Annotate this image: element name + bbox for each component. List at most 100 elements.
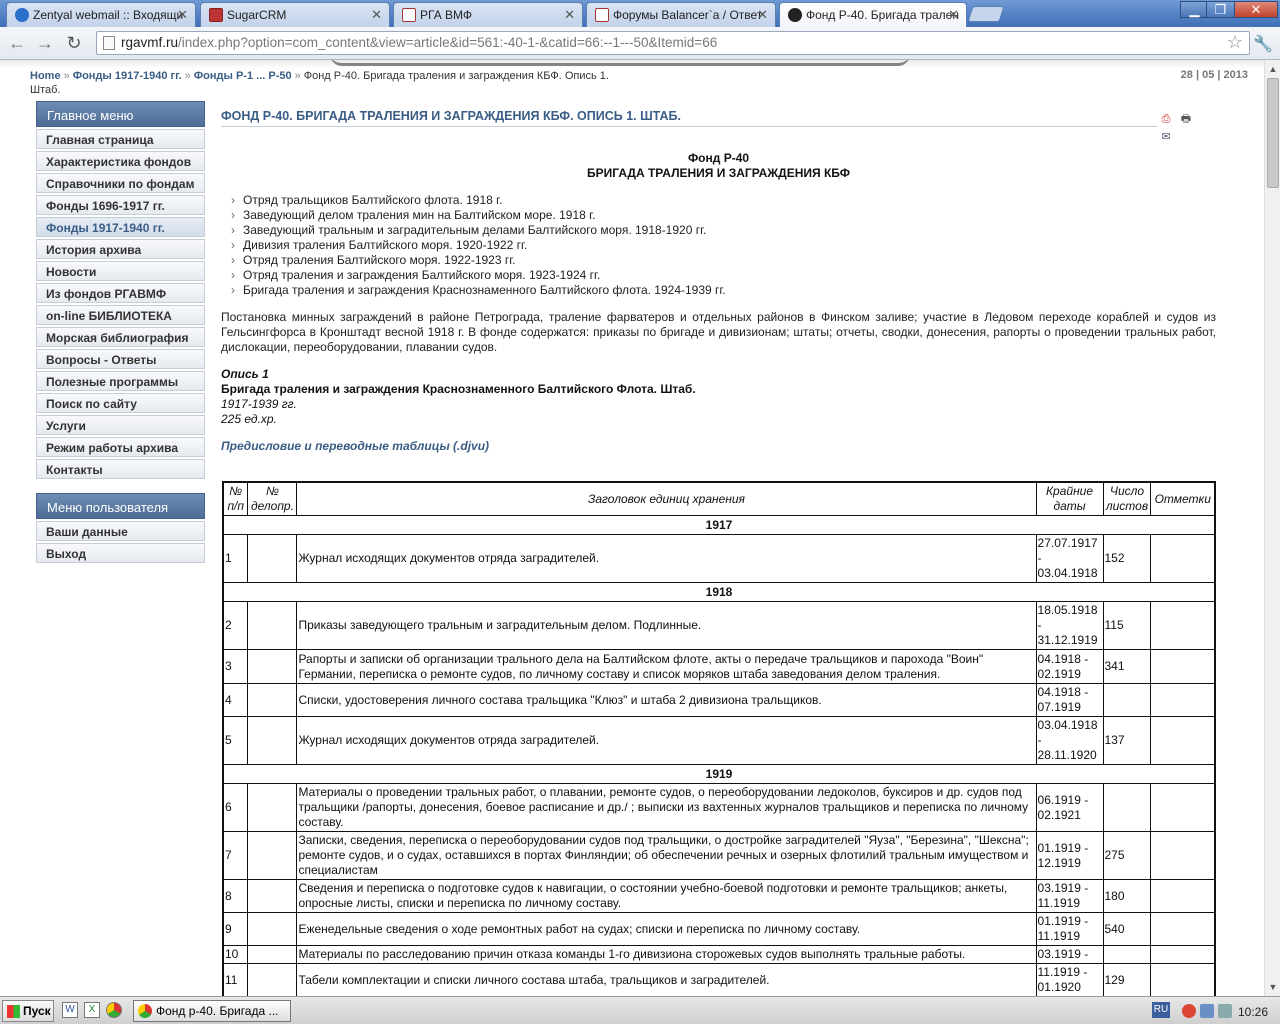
alert-icon[interactable] [1182,1004,1196,1018]
pdf-icon[interactable]: ⎙ [1159,112,1173,126]
menu-item-history[interactable]: История архива [36,239,205,259]
close-icon[interactable]: ✕ [564,7,575,23]
minimize-button[interactable]: ▁ [1180,1,1209,18]
cell-sheets [1102,783,1152,832]
volume-icon[interactable] [1218,1004,1232,1018]
cell-notes [1150,879,1216,913]
tab-active-fond[interactable]: Фонд Р-40. Бригада трален ✕ [779,2,967,28]
cell-notes [1150,534,1216,583]
forward-icon[interactable]: → [33,32,57,54]
col-header-sheets: Число листов [1102,481,1152,516]
menu-item-hours[interactable]: Режим работы архива [36,437,205,457]
fond-heading: Фонд Р-40 БРИГАДА ТРАЛЕНИЯ И ЗАГРАЖДЕНИЯ… [221,151,1216,181]
cell-n: 2 [222,601,249,650]
list-item: Заведующий делом траления мин на Балтийс… [231,208,1216,223]
cell-title: Списки, удостоверения личного состава тр… [296,683,1037,717]
scroll-up-icon[interactable]: ▲ [1267,62,1279,76]
sugarcrm-icon [209,8,223,22]
new-tab-button[interactable] [967,6,1005,22]
fond-name: БРИГАДА ТРАЛЕНИЯ И ЗАГРАЖДЕНИЯ КБФ [587,166,850,180]
menu-item-from-fonds[interactable]: Из фондов РГАВМФ [36,283,205,303]
cell-n: 10 [222,945,249,964]
menu-item-news[interactable]: Новости [36,261,205,281]
year-group-row: 1919 [222,764,1216,784]
close-icon[interactable]: ✕ [948,7,959,23]
address-bar[interactable]: rgavmf.ru/index.php?option=com_content&v… [96,31,1250,55]
cell-n: 4 [222,683,249,717]
menu-item-fonds-1917[interactable]: Фонды 1917-1940 гг. [36,217,205,237]
tab-rgavmf[interactable]: РГА ВМФ ✕ [393,2,583,27]
cell-n: 7 [222,831,249,880]
breadcrumb-sep: » [63,70,70,82]
tab-zentyal[interactable]: Zentyal webmail :: Входящи ✕ [6,2,196,27]
menu-item-faq[interactable]: Вопросы - Ответы [36,349,205,369]
cell-d [247,831,298,880]
bookmark-star-icon[interactable]: ☆ [1227,32,1243,53]
scroll-thumb[interactable] [1267,78,1279,188]
start-label: Пуск [23,1004,51,1018]
menu-item-home[interactable]: Главная страница [36,129,205,149]
taskbar-task-browser[interactable]: Фонд р-40. Бригада ... [133,1000,291,1022]
breadcrumb-fonds-1917-link[interactable]: Фонды 1917-1940 гг. [73,70,182,82]
menu-item-fond-characteristics[interactable]: Характеристика фондов [36,151,205,171]
breadcrumb-home-link[interactable]: Home [30,70,61,82]
breadcrumb-fonds-r1-link[interactable]: Фонды Р-1 ... Р-50 [194,70,292,82]
cell-dates: 01.1919 - 11.1919 [1035,912,1104,946]
close-icon[interactable]: ✕ [371,7,382,23]
scroll-down-icon[interactable]: ▼ [1267,980,1279,994]
start-button[interactable]: Пуск [2,1000,54,1022]
user-menu-title: Меню пользователя [36,493,205,519]
article-title: ФОНД Р-40. БРИГАДА ТРАЛЕНИЯ И ЗАГРАЖДЕНИ… [221,101,1157,127]
cell-n: 9 [222,912,249,946]
word-icon[interactable]: W [62,1002,78,1018]
excel-icon[interactable]: X [84,1002,100,1018]
menu-item-services[interactable]: Услуги [36,415,205,435]
table-row: 5 Журнал исходящих документов отряда загр… [222,716,1216,765]
tab-sugarcrm[interactable]: SugarCRM ✕ [200,2,390,27]
cell-d [247,963,298,996]
restore-button[interactable]: ❐ [1206,1,1235,18]
chrome-icon[interactable] [106,1002,122,1018]
cell-title: Приказы заведующего тральным и заградите… [296,601,1037,650]
task-label: Фонд р-40. Бригада ... [156,1004,279,1018]
list-item: Отряд тральщиков Балтийского флота. 1918… [231,193,1216,208]
tab-balancer[interactable]: Форумы Balancer`а / Ответ ✕ [586,2,776,27]
menu-item-fonds-1696[interactable]: Фонды 1696-1917 гг. [36,195,205,215]
rgavmf-icon [402,8,416,22]
menu-item-user-data[interactable]: Ваши данные [36,521,205,541]
cell-title: Журнал исходящих документов отряда загра… [296,534,1037,583]
table-row: 9 Еженедельные сведения о ходе ремонтных … [222,912,1216,946]
menu-item-bibliography[interactable]: Морская библиография [36,327,205,347]
cell-title: Журнал исходящих документов отряда загра… [296,716,1037,765]
preface-link[interactable]: Предисловие и переводные таблицы (.djvu) [221,439,1216,453]
table-row: 7 Записки, сведения, переписка о переобор… [222,831,1216,880]
cell-sheets: 275 [1102,831,1152,880]
window-close-button[interactable]: ✕ [1234,1,1278,18]
cell-sheets: 152 [1102,534,1152,583]
browser-toolbar: ← → ↻ rgavmf.ru/index.php?option=com_con… [0,27,1280,60]
cell-sheets: 540 [1102,912,1152,946]
email-icon[interactable]: ✉ [1159,130,1173,144]
menu-item-search[interactable]: Поиск по сайту [36,393,205,413]
forum-icon [595,8,609,22]
cell-notes [1150,683,1216,717]
menu-item-library[interactable]: on-line БИБЛИОТЕКА [36,305,205,325]
print-icon[interactable]: 🖶 [1179,112,1193,126]
cell-dates: 18.05.1918 - 31.12.1919 [1035,601,1104,650]
opis-info: Опись 1 Бригада траления и заграждения К… [221,367,1216,427]
back-icon[interactable]: ← [5,32,29,54]
menu-item-programs[interactable]: Полезные программы [36,371,205,391]
menu-item-references[interactable]: Справочники по фондам [36,173,205,193]
vertical-scrollbar[interactable]: ▲ ▼ [1264,60,1280,996]
zentyal-icon [15,8,29,22]
reload-icon[interactable]: ↻ [62,32,86,54]
cell-dates: 04.1918 - 07.1919 [1035,683,1104,717]
close-icon[interactable]: ✕ [177,7,188,23]
web-page: Home» Фонды 1917-1940 гг.» Фонды Р-1 ... Р… [0,60,1264,996]
menu-item-logout[interactable]: Выход [36,543,205,563]
menu-item-contacts[interactable]: Контакты [36,459,205,479]
network-icon[interactable] [1200,1004,1214,1018]
wrench-icon[interactable]: 🔧 [1253,34,1273,54]
language-indicator[interactable]: RU [1152,1002,1170,1018]
close-icon[interactable]: ✕ [757,7,768,23]
